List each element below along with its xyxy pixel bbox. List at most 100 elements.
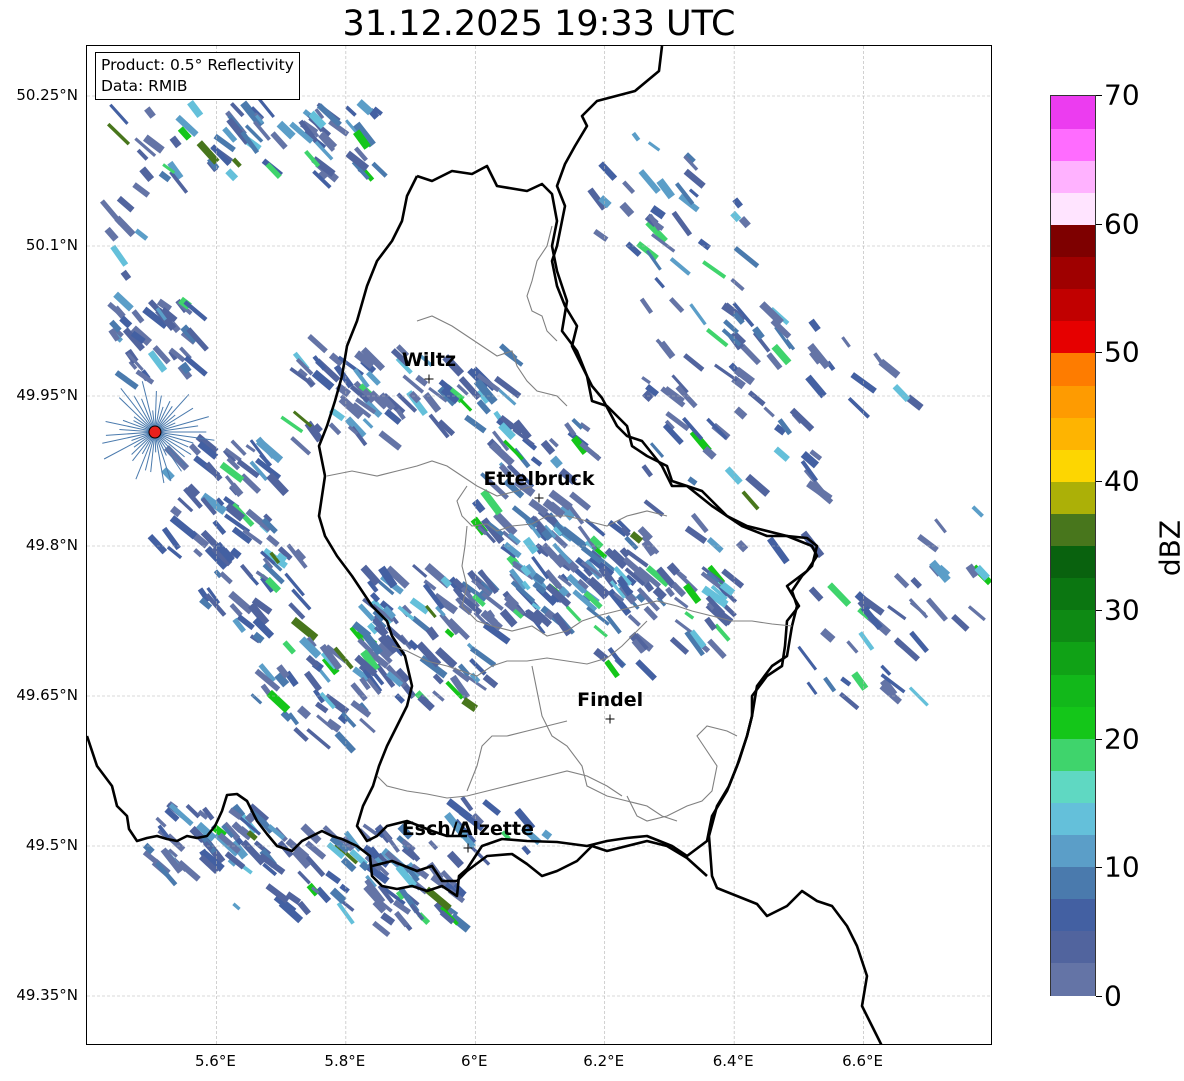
clutter-ray [154,416,209,433]
colorbar-tick-label: 60 [1104,207,1140,241]
echo-cell [808,318,821,333]
echo-cell [619,201,635,218]
echo-cell [951,613,970,632]
echo-cell [684,611,695,620]
echo-cell [239,563,254,579]
colorbar-segment [1051,256,1095,290]
city-marker-icon [534,493,544,503]
echo-cell [530,456,543,467]
map-title: 31.12.2025 19:33 UTC [342,4,736,44]
lat-tick-label: 49.8°N [25,536,78,554]
colorbar-segment [1051,96,1095,129]
echo-cell [652,586,667,601]
echo-cell [740,343,761,366]
echo-cell [266,689,291,713]
echo-cell [339,883,350,894]
echo-cell [428,840,439,851]
echo-cell [378,430,402,451]
city-label: Wiltz [401,349,457,371]
echo-cell [187,100,204,119]
colorbar-tick-label: 20 [1104,722,1140,756]
colorbar-segment [1051,224,1095,258]
echo-cell [840,676,852,687]
lon-tick-label: 6.4°E [712,1052,754,1070]
echo-cell [219,571,233,585]
echo-cell [702,260,727,279]
echo-cell [334,731,356,754]
echo-cell [668,297,685,314]
radar-map[interactable] [86,45,992,1045]
echo-cell [635,659,657,681]
echo-cell [687,476,698,486]
echo-cell [683,168,706,189]
echo-cell [697,238,711,251]
echo-cell [323,693,350,715]
echo-cell [752,326,765,340]
colorbar-tick [1096,352,1102,354]
echo-cell [250,693,263,705]
echo-cell [763,406,775,418]
map-canvas [87,46,991,1044]
echo-cell [204,461,223,482]
echo-cell [641,464,653,478]
echo-cell [315,886,332,904]
echo-cell [134,228,149,241]
colorbar [1050,95,1096,996]
colorbar-tick [1096,609,1102,611]
colorbar-tick-label: 40 [1104,464,1140,498]
echo-cell [724,466,743,485]
colorbar-segment [1051,898,1095,932]
clutter-ray [118,397,156,433]
echo-cell [707,638,727,660]
clutter-ray [154,394,190,433]
echo-cell [371,161,388,178]
echo-cell [482,799,502,816]
colorbar-segment [1051,384,1095,418]
echo-cell [714,623,731,642]
echo-cell [654,276,665,289]
colorbar-segment [1051,770,1095,803]
echo-cell [372,920,391,938]
city-label: Esch/Alzette [401,818,534,840]
colorbar-segment [1051,352,1095,386]
echo-cell [689,303,707,326]
echo-cell [730,278,745,292]
echo-cell [307,334,328,354]
echo-cell [820,627,836,643]
city-label: Findel [577,689,644,711]
echo-cell [841,336,851,348]
echo-cell [232,902,241,911]
echo-cell [766,536,790,565]
echo-cell [887,604,907,621]
echo-cell [806,681,818,696]
echo-cell [350,699,372,718]
echo-cell [297,900,311,916]
echo-cell [147,534,168,555]
colorbar-segment [1051,320,1095,354]
echo-cell [362,417,374,429]
echo-cell [109,103,129,125]
echo-cell [706,417,728,440]
colorbar-segment [1051,641,1095,675]
echo-cell [909,601,927,616]
echo-cell [627,614,641,627]
echo-cell [639,297,654,314]
echo-cell [847,396,871,419]
colorbar-segment [1051,160,1095,193]
echo-cell [934,518,947,534]
echo-cell [565,605,582,622]
info-box: Product: 0.5° Reflectivity Data: RMIB [95,52,300,100]
echo-cell [296,705,312,720]
lat-tick-label: 49.5°N [25,836,78,854]
colorbar-tick [1096,738,1102,740]
echo-cell [106,122,131,146]
echo-cell [312,355,327,371]
echo-cell [328,422,342,436]
echo-cell [290,436,312,456]
echo-cell [797,645,818,671]
echo-cell [747,390,766,407]
lon-tick-label: 5.6°E [195,1052,236,1070]
echo-cell [193,548,203,558]
colorbar-segment [1051,577,1095,611]
colorbar-segment [1051,417,1095,450]
